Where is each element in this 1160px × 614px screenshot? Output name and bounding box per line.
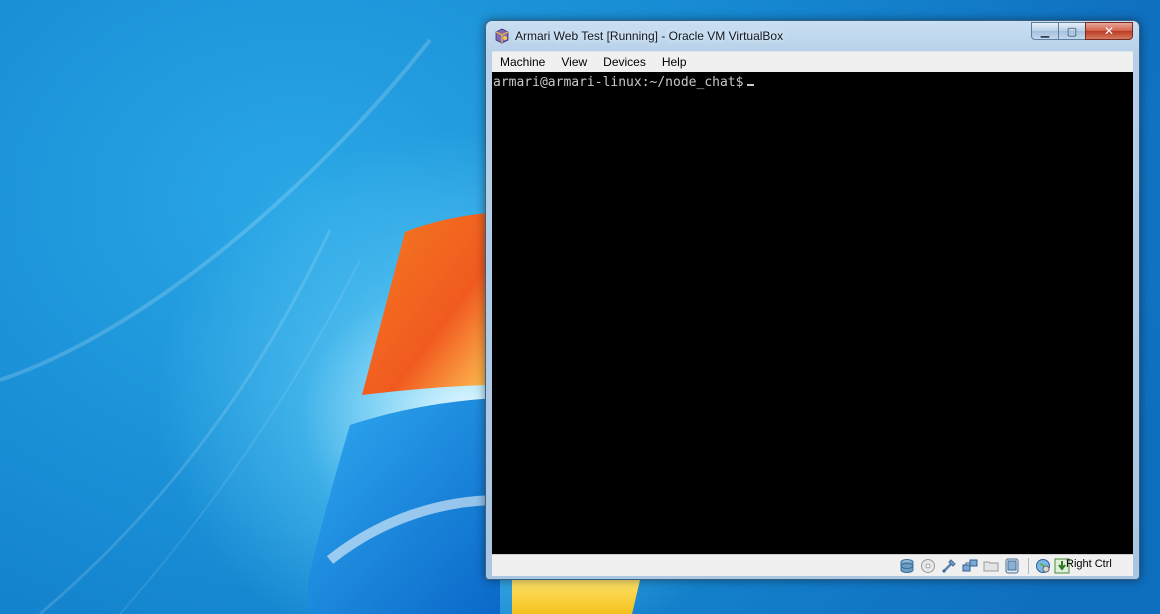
close-icon: ✕ (1103, 24, 1115, 38)
virtualbox-icon (495, 28, 509, 44)
menu-bar: Machine View Devices Help (492, 51, 1133, 73)
vm-display[interactable]: armari@armari-linux:~/node_chat$ (492, 72, 1133, 554)
menu-devices[interactable]: Devices (595, 52, 654, 73)
window-titlebar[interactable]: Armari Web Test [Running] - Oracle VM Vi… (486, 21, 1139, 51)
maximize-button[interactable]: ▢ (1058, 22, 1086, 40)
globe-icon[interactable] (1035, 558, 1051, 574)
virtualbox-window: Armari Web Test [Running] - Oracle VM Vi… (485, 20, 1140, 580)
minimize-icon: ▁ (1040, 24, 1050, 38)
terminal-prompt: armari@armari-linux:~/node_chat$ (493, 75, 744, 90)
terminal-cursor (747, 73, 755, 86)
terminal-prompt-line: armari@armari-linux:~/node_chat$ (493, 73, 755, 90)
hard-disk-icon[interactable] (899, 558, 915, 574)
network-icon[interactable] (962, 558, 978, 574)
mouse-integration-icon[interactable] (1004, 558, 1020, 574)
menu-help[interactable]: Help (654, 52, 695, 73)
menu-machine[interactable]: Machine (492, 52, 553, 73)
close-button[interactable]: ✕ (1085, 22, 1133, 40)
status-separator (1028, 558, 1029, 574)
window-title: Armari Web Test [Running] - Oracle VM Vi… (515, 29, 784, 43)
shared-folders-icon[interactable] (983, 558, 999, 574)
maximize-icon: ▢ (1066, 24, 1078, 38)
status-bar: Right Ctrl (492, 554, 1133, 576)
optical-drive-icon[interactable] (920, 558, 936, 574)
menu-view[interactable]: View (553, 52, 595, 73)
minimize-button[interactable]: ▁ (1031, 22, 1059, 40)
host-key-label: Right Ctrl (1066, 558, 1112, 570)
usb-icon[interactable] (941, 558, 957, 574)
